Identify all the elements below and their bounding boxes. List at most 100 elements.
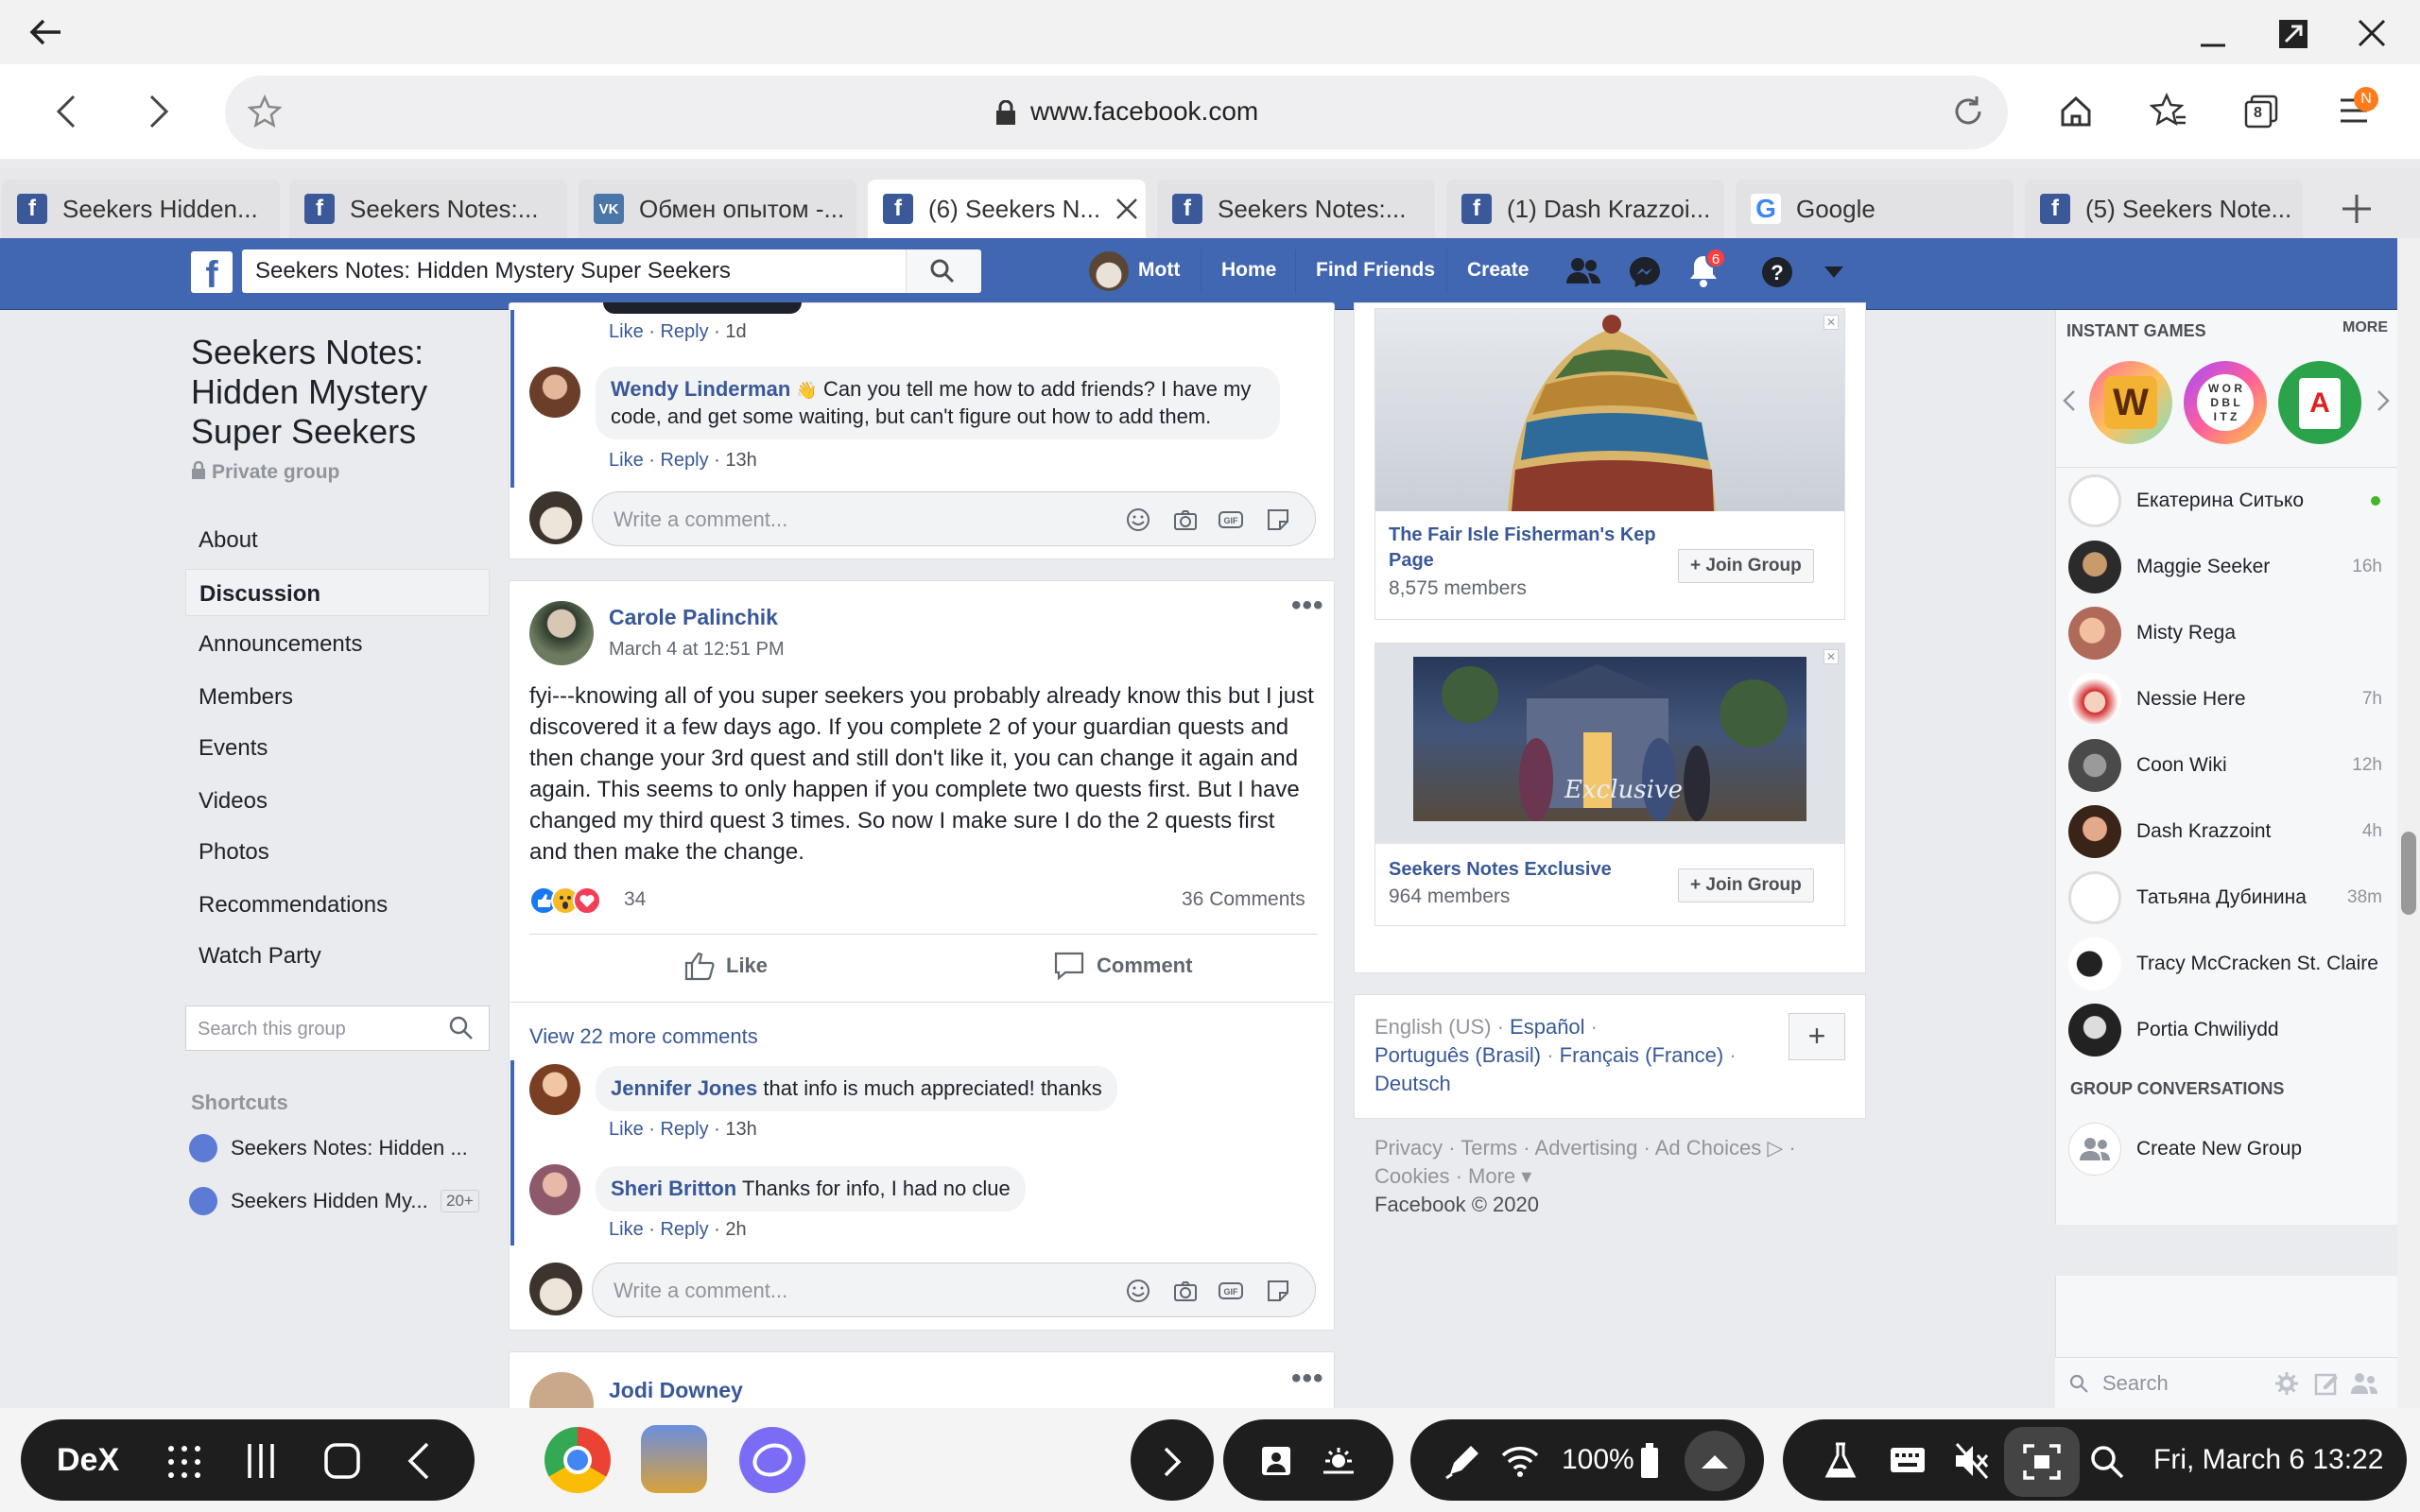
shortcut-item[interactable]: Seekers Hidden My... 20+	[189, 1187, 479, 1215]
nav-announcements[interactable]: Announcements	[185, 620, 490, 667]
browser-tab[interactable]: f Seekers Notes:...	[1157, 180, 1435, 238]
reply-link[interactable]: Reply	[660, 1119, 708, 1140]
compose-icon[interactable]	[2314, 1371, 2339, 1396]
mute-icon[interactable]	[1953, 1442, 1991, 1480]
reload-icon[interactable]	[1951, 94, 1985, 129]
sticker-icon[interactable]	[1265, 1278, 1291, 1304]
more-games-link[interactable]: MORE	[2342, 319, 2388, 336]
chat-contact[interactable]: Tracy McCracken St. Claire	[2068, 936, 2390, 992]
reply-link[interactable]: Reply	[660, 321, 708, 342]
chat-contact[interactable]: Nessie Here 7h	[2068, 671, 2390, 728]
ad-title[interactable]: The Fair Isle Fisherman's Kep Page	[1389, 523, 1672, 574]
nav-recommendations[interactable]: Recommendations	[185, 881, 490, 928]
like-link[interactable]: Like	[609, 1119, 644, 1140]
minimize-icon[interactable]	[2199, 23, 2227, 51]
chat-contact[interactable]: Екатерина Ситько	[2068, 472, 2390, 529]
nav-about[interactable]: About	[185, 516, 490, 563]
back-arrow-icon[interactable]	[28, 17, 62, 47]
facebook-logo[interactable]: f	[191, 251, 233, 296]
close-ad-icon[interactable]: ✕	[1824, 315, 1839, 330]
post-author-name[interactable]: Jodi Downey	[609, 1378, 743, 1403]
browser-tab[interactable]: VK Обмен опытом -...	[579, 180, 856, 238]
commenter-name[interactable]: Jennifer Jones	[611, 1076, 757, 1100]
like-link[interactable]: Like	[609, 450, 644, 471]
solitaire-game-icon[interactable]: A	[2278, 361, 2361, 444]
post-timestamp[interactable]: March 4 at 12:51 PM	[609, 639, 785, 661]
avatar[interactable]	[529, 1064, 580, 1115]
back-icon[interactable]	[55, 94, 78, 129]
browser-tab[interactable]: f Seekers Notes:...	[289, 180, 567, 238]
friend-requests-icon[interactable]	[1565, 255, 1601, 287]
chat-search-input[interactable]: Search	[2102, 1371, 2169, 1396]
group-search-input[interactable]: Search this group	[185, 1005, 490, 1051]
screenshot-icon[interactable]	[1259, 1444, 1293, 1478]
comment-input[interactable]: Write a comment...	[592, 1263, 1316, 1317]
apps-grid-icon[interactable]	[166, 1444, 202, 1480]
account-menu-chevron-icon[interactable]	[1824, 266, 1843, 280]
home-button-icon[interactable]	[323, 1442, 361, 1480]
create-link[interactable]: Create	[1467, 259, 1529, 282]
commenter-name[interactable]: Sheri Britton	[611, 1177, 736, 1200]
chat-contact[interactable]: Татьяна Дубинина 38m	[2068, 869, 2390, 926]
browser-tab[interactable]: f (1) Dash Krazzoi...	[1446, 180, 1724, 238]
browser-tab[interactable]: f Seekers Hidden...	[2, 180, 280, 238]
comment-input[interactable]: Write a comment...	[592, 491, 1316, 546]
forward-icon[interactable]	[147, 94, 170, 129]
nav-events[interactable]: Events	[185, 724, 490, 771]
like-button[interactable]: Like	[684, 951, 768, 981]
browser-tab[interactable]: f (5) Seekers Note...	[2025, 180, 2303, 238]
post-author-avatar[interactable]	[529, 601, 594, 665]
chat-contact[interactable]: Maggie Seeker 16h	[2068, 539, 2390, 595]
help-icon[interactable]: ?	[1760, 255, 1794, 289]
camera-icon[interactable]	[1172, 1278, 1199, 1304]
gear-icon[interactable]	[2274, 1371, 2299, 1396]
sticker-icon[interactable]	[1265, 507, 1291, 533]
quick-panel-toggle[interactable]	[1685, 1431, 1745, 1491]
post-options-icon[interactable]: •••	[1291, 1363, 1324, 1395]
nav-photos[interactable]: Photos	[185, 828, 490, 875]
chat-search-bar[interactable]: Search	[2055, 1357, 2397, 1408]
gif-icon[interactable]: GIF	[1218, 507, 1244, 533]
user-avatar[interactable]	[1089, 251, 1129, 291]
emoji-icon[interactable]	[1125, 1278, 1151, 1304]
close-ad-icon[interactable]: ✕	[1824, 649, 1839, 664]
fb-search-button[interactable]	[906, 249, 981, 293]
search-icon[interactable]	[2089, 1444, 2125, 1480]
ad-card[interactable]: Exclusive ✕ Seekers Notes Exclusive 964 …	[1374, 643, 1845, 926]
page-scrollbar[interactable]	[2397, 238, 2420, 1408]
keyboard-icon[interactable]	[1889, 1446, 1927, 1474]
join-group-button[interactable]: + Join Group	[1678, 868, 1814, 902]
ad-title[interactable]: Seekers Notes Exclusive	[1389, 857, 1672, 883]
find-friends-link[interactable]: Find Friends	[1316, 259, 1435, 282]
emoji-icon[interactable]	[1125, 507, 1151, 533]
words-game-icon[interactable]: W	[2089, 361, 2172, 444]
view-more-comments-link[interactable]: View 22 more comments	[529, 1024, 758, 1049]
pen-icon[interactable]	[1444, 1444, 1480, 1480]
search-icon[interactable]	[448, 1015, 475, 1041]
game-app-icon[interactable]	[641, 1425, 707, 1493]
wordblitz-game-icon[interactable]: W O RD B LI T Z	[2184, 361, 2267, 444]
shortcut-item[interactable]: Seekers Notes: Hidden ...	[189, 1134, 468, 1162]
clock[interactable]: Fri, March 6 13:22	[2153, 1444, 2383, 1476]
gif-icon[interactable]: GIF	[1218, 1278, 1244, 1304]
chat-contact[interactable]: Misty Rega	[2068, 605, 2390, 662]
scrollbar-thumb[interactable]	[2401, 832, 2416, 915]
tabs-icon[interactable]: 8	[2244, 94, 2278, 129]
like-link[interactable]: Like	[609, 321, 644, 342]
chat-contact[interactable]: Coon Wiki 12h	[2068, 737, 2390, 794]
messenger-icon[interactable]	[1628, 255, 1662, 289]
browser-tab-active[interactable]: f (6) Seekers N...	[868, 180, 1146, 238]
create-new-group-button[interactable]: Create New Group	[2068, 1121, 2390, 1177]
camera-icon[interactable]	[1172, 507, 1199, 533]
post-options-icon[interactable]: •••	[1291, 590, 1324, 622]
profile-link[interactable]: Mott	[1138, 259, 1180, 282]
chevron-right-icon[interactable]	[2377, 389, 2390, 412]
recents-icon[interactable]	[246, 1442, 276, 1480]
chevron-right-icon[interactable]	[1163, 1446, 1182, 1478]
nav-videos[interactable]: Videos	[185, 777, 490, 824]
chat-contact[interactable]: Dash Krazzoint 4h	[2068, 803, 2390, 860]
chat-contact[interactable]: Portia Chwiliydd	[2068, 1002, 2390, 1058]
new-tab-icon[interactable]	[2341, 193, 2373, 225]
avatar[interactable]	[529, 1164, 580, 1215]
lab-flask-icon[interactable]	[1824, 1442, 1857, 1480]
